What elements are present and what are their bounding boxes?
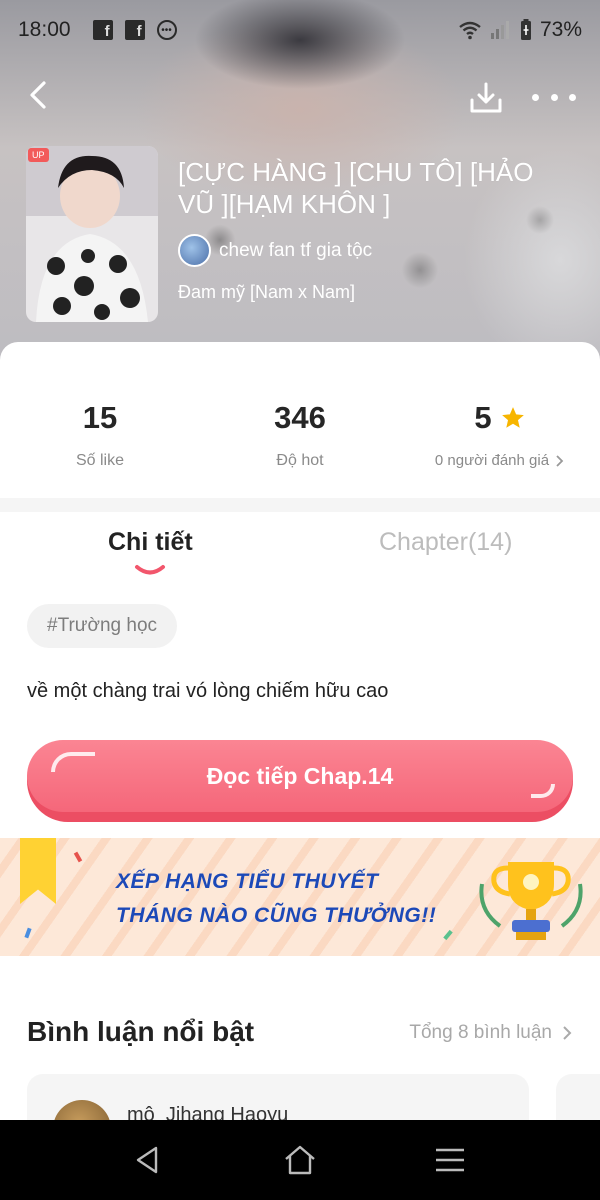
status-time: 18:00 (18, 18, 71, 41)
hero-header: 18:00 f f ••• 73% UP [CỰC HÀNG] [CHU TÔ… (0, 0, 600, 370)
author-name: chew fan tf gia tộc (219, 239, 373, 261)
rating-label-row[interactable]: 0 người đánh giá (400, 452, 600, 469)
stats-row: 15 Số like 346 Độ hot 5 0 người đánh giá (0, 342, 600, 498)
nav-home-button[interactable] (280, 1140, 320, 1180)
stat-likes: 15 Số like (0, 400, 200, 470)
triangle-back-icon (136, 1146, 158, 1174)
home-icon (285, 1145, 315, 1175)
menu-icon (436, 1148, 464, 1172)
likes-label: Số like (75, 452, 125, 469)
rating-value: 5 (474, 400, 492, 435)
hot-value: 346 (274, 400, 326, 435)
chevron-left-icon (30, 81, 46, 109)
wifi-icon (459, 21, 481, 40)
tag-chip[interactable]: #Trường học (27, 604, 178, 648)
messenger-icon: ••• (156, 20, 177, 40)
active-tab-indicator (135, 565, 165, 575)
dot-icon (550, 93, 558, 101)
rating-value-row: 5 (400, 400, 600, 436)
likes-value: 15 (82, 400, 118, 435)
tab-chapters[interactable]: Chapter(14) (379, 528, 512, 557)
tab-details[interactable]: Chi tiết (108, 528, 193, 557)
dot-icon (532, 93, 539, 101)
story-description: về một chàng trai vó lòng chiếm hữu cao (27, 680, 389, 702)
confetti-decoration (443, 929, 453, 941)
battery-percent: 73% (539, 18, 582, 41)
chevron-right-icon (556, 454, 564, 467)
comments-section-title: Bình luận nổi bật (27, 1016, 255, 1047)
update-badge: UP (28, 148, 49, 162)
cover-illustration (26, 146, 158, 322)
chevron-right-icon (563, 1026, 572, 1040)
section-divider (0, 498, 600, 512)
nav-menu-button[interactable] (430, 1140, 470, 1180)
facebook-icon: f (92, 20, 113, 40)
confetti-decoration (73, 851, 83, 863)
continue-reading-button[interactable]: Đọc tiếp Chap.14 (27, 740, 573, 822)
ranking-banner[interactable]: XẾP HẠNG TIỂU THUYẾT THÁNG NÀO CŨNG THƯỞ… (0, 838, 600, 956)
stat-rating[interactable]: 5 0 người đánh giá (400, 400, 600, 469)
trophy-icon (479, 862, 583, 940)
author-row[interactable]: chew fan tf gia tộc (178, 234, 372, 267)
facebook-icon: f (124, 20, 145, 40)
dot-icon (569, 93, 576, 101)
more-options-button[interactable] (532, 86, 576, 108)
author-avatar (178, 234, 211, 267)
story-title: [CỰC HÀNG ] [CHU TÔ] [HẢO VŨ ][HẠM KHÔN … (178, 157, 534, 219)
comments-total-link[interactable]: Tổng 8 bình luận (409, 1022, 572, 1044)
download-button[interactable] (468, 80, 504, 116)
status-bar: 18:00 f f ••• 73% (0, 0, 600, 60)
battery-icon (520, 19, 531, 40)
back-button[interactable] (22, 78, 56, 112)
comments-total-label: Tổng 8 bình luận (409, 1022, 552, 1043)
signal-icon (490, 21, 509, 39)
nav-back-button[interactable] (128, 1140, 168, 1180)
hot-label: Độ hot (276, 452, 324, 469)
banner-line-2: THÁNG NÀO CŨNG THƯỞNG!! (116, 904, 437, 927)
rating-count-label: 0 người đánh giá (434, 452, 550, 469)
story-detail-card: 15 Số like 346 Độ hot 5 0 người đánh giá… (0, 342, 600, 1200)
star-icon (501, 407, 524, 428)
story-genre: Đam mỹ [Nam x Nam] (178, 282, 356, 302)
download-icon (470, 82, 502, 113)
status-notification-icons: f f ••• (92, 20, 177, 40)
banner-line-1: XẾP HẠNG TIỂU THUYẾT (116, 870, 379, 893)
stat-hot: 346 Độ hot (200, 400, 400, 470)
continue-reading-label: Đọc tiếp Chap.14 (27, 740, 573, 812)
confetti-decoration (24, 927, 32, 939)
system-navigation-bar (0, 1120, 600, 1200)
ribbon-icon (20, 838, 56, 904)
story-cover-image[interactable]: UP (26, 146, 158, 322)
status-right: 73% (458, 18, 582, 42)
